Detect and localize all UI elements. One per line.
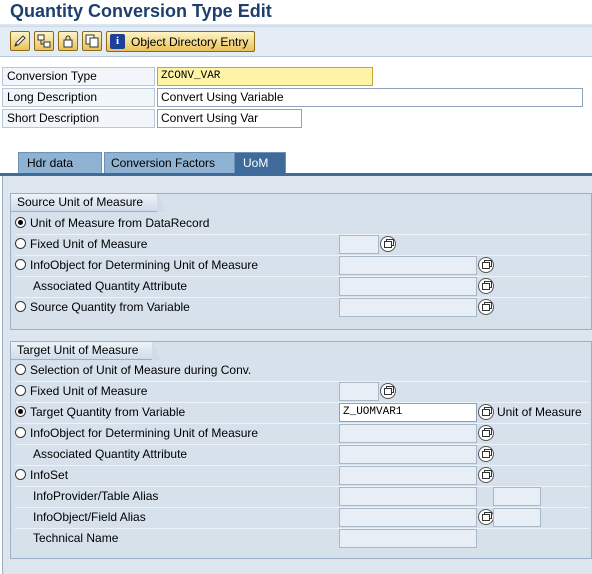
- target-option-variable[interactable]: Target Quantity from Variable: [15, 403, 185, 422]
- target-associated-quantity-label: Associated Quantity Attribute: [33, 447, 188, 461]
- value-help-icon[interactable]: [478, 446, 494, 462]
- target-infoset-input[interactable]: [339, 466, 477, 485]
- page-title: Quantity Conversion Type Edit: [10, 1, 272, 21]
- field-alias-input[interactable]: [339, 508, 477, 527]
- radio-button[interactable]: [15, 364, 26, 375]
- target-variable-input[interactable]: Z_UOMVAR1: [339, 403, 477, 422]
- source-uom-group-title: Source Unit of Measure: [11, 193, 167, 212]
- value-help-icon[interactable]: [478, 404, 494, 420]
- tab-conversion-factors[interactable]: Conversion Factors: [104, 152, 240, 173]
- value-help-icon[interactable]: [380, 383, 396, 399]
- option-label: Target Quantity from Variable: [30, 405, 186, 419]
- radio-button[interactable]: [15, 427, 26, 438]
- target-variable-suffix: Unit of Measure: [497, 405, 582, 419]
- copy-icon[interactable]: [82, 31, 102, 51]
- tab-hdr-data[interactable]: Hdr data: [18, 152, 102, 173]
- short-description-field[interactable]: Convert Using Var: [157, 109, 302, 128]
- source-associated-quantity-label: Associated Quantity Attribute: [33, 279, 188, 293]
- option-label: InfoObject for Determining Unit of Measu…: [30, 258, 259, 272]
- info-icon: i: [110, 34, 125, 49]
- lock-icon[interactable]: [58, 31, 78, 51]
- edit-icon[interactable]: [10, 31, 30, 51]
- source-variable-input[interactable]: [339, 298, 477, 317]
- field-alias-label: InfoObject/Field Alias: [33, 510, 146, 524]
- radio-button[interactable]: [15, 217, 26, 228]
- infoprovider-alias-label: InfoProvider/Table Alias: [33, 489, 159, 503]
- source-fixed-uom-input[interactable]: [339, 235, 379, 254]
- hierarchy-icon[interactable]: [34, 31, 54, 51]
- source-uom-group: Source Unit of Measure Unit of Measure f…: [10, 193, 592, 330]
- technical-name-label: Technical Name: [33, 531, 119, 545]
- technical-name-input[interactable]: [339, 529, 477, 548]
- option-label: InfoObject for Determining Unit of Measu…: [30, 426, 259, 440]
- value-help-icon[interactable]: [380, 236, 396, 252]
- field-alias-extra-input[interactable]: [493, 508, 541, 527]
- radio-button[interactable]: [15, 259, 26, 270]
- infoprovider-alias-input[interactable]: [339, 487, 477, 506]
- target-infoobject-input[interactable]: [339, 424, 477, 443]
- source-option-fixed-uom[interactable]: Fixed Unit of Measure: [15, 235, 147, 254]
- option-label: InfoSet: [30, 468, 69, 482]
- infoprovider-alias-extra-input[interactable]: [493, 487, 541, 506]
- source-option-datarecord[interactable]: Unit of Measure from DataRecord: [15, 214, 209, 233]
- value-help-icon[interactable]: [478, 509, 494, 525]
- source-infoobject-input[interactable]: [339, 256, 477, 275]
- short-description-label: Short Description: [2, 109, 155, 128]
- target-associated-quantity-input[interactable]: [339, 445, 477, 464]
- option-label: Fixed Unit of Measure: [30, 384, 148, 398]
- value-help-icon[interactable]: [478, 278, 494, 294]
- radio-button[interactable]: [15, 238, 26, 249]
- target-option-selection[interactable]: Selection of Unit of Measure during Conv…: [15, 361, 251, 380]
- radio-button[interactable]: [15, 301, 26, 312]
- option-label: Unit of Measure from DataRecord: [30, 216, 210, 230]
- value-help-icon[interactable]: [478, 467, 494, 483]
- target-uom-group-title: Target Unit of Measure: [11, 341, 162, 360]
- long-description-label: Long Description: [2, 88, 155, 107]
- conversion-type-field[interactable]: ZCONV_VAR: [157, 67, 373, 86]
- conversion-type-label: Conversion Type: [2, 67, 155, 86]
- object-directory-entry-label: Object Directory Entry: [131, 34, 249, 49]
- radio-button[interactable]: [15, 469, 26, 480]
- radio-button[interactable]: [15, 385, 26, 396]
- target-option-infoset[interactable]: InfoSet: [15, 466, 68, 485]
- target-fixed-uom-input[interactable]: [339, 382, 379, 401]
- object-directory-entry-button[interactable]: i Object Directory Entry: [106, 31, 255, 52]
- option-label: Fixed Unit of Measure: [30, 237, 148, 251]
- source-option-variable[interactable]: Source Quantity from Variable: [15, 298, 190, 317]
- long-description-field[interactable]: Convert Using Variable: [157, 88, 583, 107]
- radio-button[interactable]: [15, 406, 26, 417]
- target-uom-group: Target Unit of Measure Selection of Unit…: [10, 341, 592, 559]
- option-label: Selection of Unit of Measure during Conv…: [30, 363, 252, 377]
- source-option-infoobject[interactable]: InfoObject for Determining Unit of Measu…: [15, 256, 258, 275]
- application-toolbar: i Object Directory Entry: [0, 27, 592, 57]
- target-option-infoobject[interactable]: InfoObject for Determining Unit of Measu…: [15, 424, 258, 443]
- option-label: Source Quantity from Variable: [30, 300, 190, 314]
- value-help-icon[interactable]: [478, 425, 494, 441]
- value-help-icon[interactable]: [478, 257, 494, 273]
- target-option-fixed-uom[interactable]: Fixed Unit of Measure: [15, 382, 147, 401]
- tab-uom[interactable]: UoM: [234, 152, 286, 173]
- source-associated-quantity-input[interactable]: [339, 277, 477, 296]
- value-help-icon[interactable]: [478, 299, 494, 315]
